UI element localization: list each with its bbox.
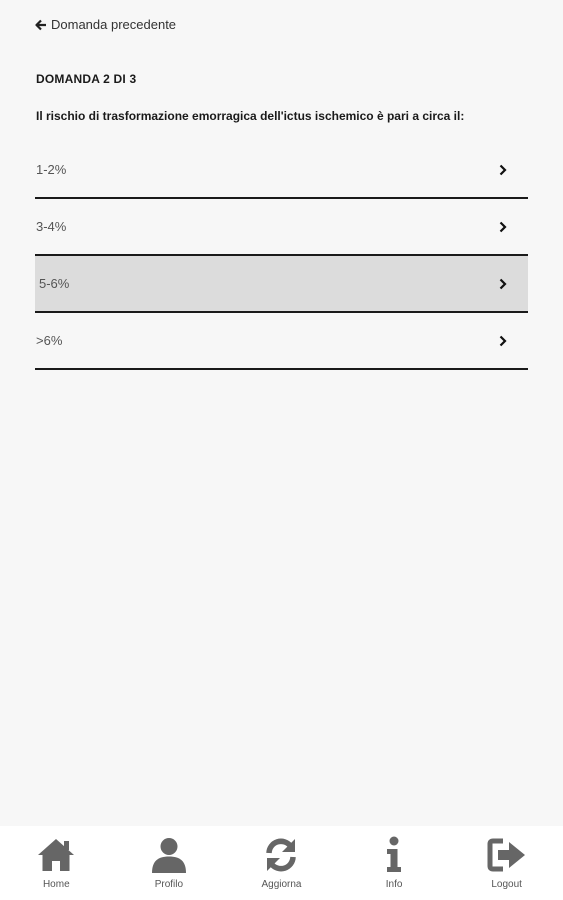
tab-refresh[interactable]: Aggiorna [225, 826, 338, 900]
tab-logout-label: Logout [491, 879, 522, 890]
previous-question-label: Domanda precedente [51, 17, 177, 32]
bottom-tab-bar: Home Profilo Aggiorna Info Logout [0, 826, 563, 900]
previous-question-link[interactable]: Domanda precedente [35, 17, 176, 32]
chevron-right-icon [499, 335, 507, 346]
chevron-right-icon [499, 221, 507, 232]
chevron-right-icon [499, 278, 507, 289]
answer-label: 5-6% [39, 276, 70, 291]
chevron-right-icon [499, 164, 507, 175]
answer-label: 1-2% [36, 162, 67, 177]
tab-logout[interactable]: Logout [450, 826, 563, 900]
answer-option-2[interactable]: 3-4% [35, 199, 528, 256]
answer-option-3[interactable]: 5-6% [35, 256, 528, 313]
arrow-left-icon [35, 19, 46, 30]
answer-option-4[interactable]: >6% [35, 313, 528, 370]
tab-info[interactable]: Info [338, 826, 451, 900]
answer-option-1[interactable]: 1-2% [35, 142, 528, 199]
question-counter: DOMANDA 2 DI 3 [36, 72, 137, 86]
user-icon [151, 838, 186, 873]
tab-refresh-label: Aggiorna [261, 879, 302, 890]
answer-list: 1-2% 3-4% 5-6% >6% [35, 142, 528, 370]
info-icon [387, 836, 402, 872]
answer-label: 3-4% [36, 219, 67, 234]
refresh-icon [266, 838, 297, 872]
answer-label: >6% [36, 333, 63, 348]
logout-icon [487, 838, 525, 872]
tab-profile[interactable]: Profilo [113, 826, 226, 900]
tab-home[interactable]: Home [0, 826, 113, 900]
tab-profile-label: Profilo [154, 879, 184, 890]
question-text: Il rischio di trasformazione emorragica … [36, 109, 465, 123]
home-icon [38, 839, 75, 871]
tab-info-label: Info [385, 879, 403, 890]
tab-home-label: Home [42, 879, 70, 890]
